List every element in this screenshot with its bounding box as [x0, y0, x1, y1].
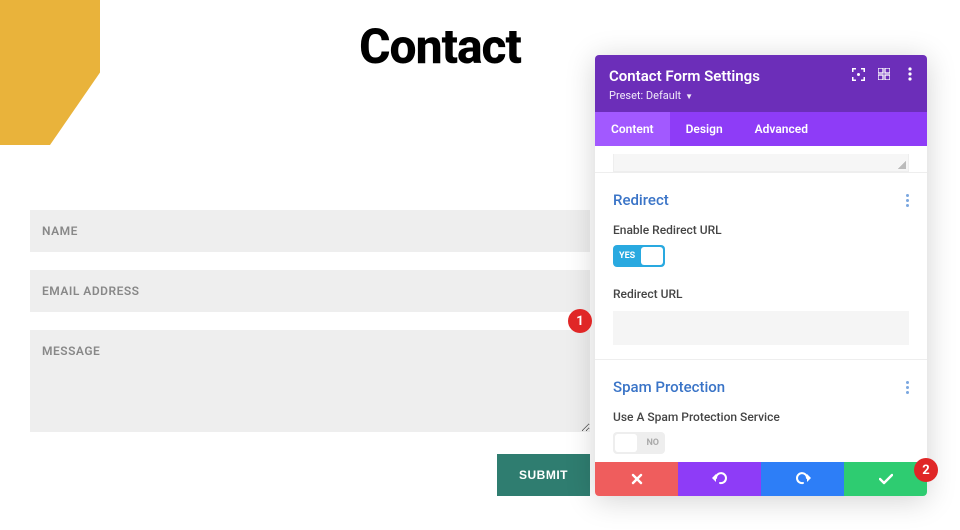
panel-tabs: Content Design Advanced	[595, 112, 927, 146]
close-icon	[631, 470, 643, 489]
redirect-url-label: Redirect URL	[613, 287, 909, 301]
name-input[interactable]	[30, 210, 590, 252]
toggle-on-text: YES	[619, 251, 635, 261]
panel-header-icons	[851, 67, 917, 81]
spam-service-label: Use A Spam Protection Service	[613, 410, 909, 424]
message-textarea[interactable]	[30, 330, 590, 432]
tab-content[interactable]: Content	[595, 112, 670, 146]
close-button[interactable]	[595, 462, 678, 496]
redirect-url-input[interactable]	[613, 311, 909, 345]
section-redirect: Redirect Enable Redirect URL YES Redirec…	[595, 172, 927, 359]
preset-value: Default	[646, 89, 681, 102]
spam-service-toggle[interactable]: NO	[613, 432, 665, 454]
redo-button[interactable]	[761, 462, 844, 496]
section-options-icon[interactable]	[906, 194, 909, 207]
more-icon[interactable]	[903, 67, 917, 81]
undo-icon	[712, 470, 728, 489]
preset-prefix: Preset:	[609, 89, 646, 102]
contact-form: SUBMIT	[30, 210, 590, 496]
toggle-off-text: NO	[646, 438, 659, 448]
grid-icon[interactable]	[877, 67, 891, 81]
panel-body[interactable]: Redirect Enable Redirect URL YES Redirec…	[595, 146, 927, 462]
section-title-spam: Spam Protection	[613, 378, 725, 396]
tab-advanced[interactable]: Advanced	[739, 112, 824, 146]
undo-button[interactable]	[678, 462, 761, 496]
settings-panel: Contact Form Settings Preset: Default ▼ …	[595, 55, 927, 496]
tab-design[interactable]: Design	[670, 112, 739, 146]
section-spam: Spam Protection Use A Spam Protection Se…	[595, 359, 927, 462]
enable-redirect-label: Enable Redirect URL	[613, 223, 909, 237]
redo-icon	[795, 470, 811, 489]
toggle-knob	[615, 434, 637, 452]
section-options-icon[interactable]	[906, 381, 909, 394]
annotation-badge-1: 1	[568, 309, 592, 333]
preset-selector[interactable]: Preset: Default ▼	[609, 89, 913, 102]
annotation-badge-2: 2	[914, 458, 938, 482]
section-title-redirect: Redirect	[613, 191, 669, 209]
enable-redirect-toggle[interactable]: YES	[613, 245, 665, 267]
expand-icon[interactable]	[851, 67, 865, 81]
email-input[interactable]	[30, 270, 590, 312]
panel-footer	[595, 462, 927, 496]
toggle-knob	[641, 247, 663, 265]
previous-field-stub[interactable]	[613, 154, 909, 172]
check-icon	[879, 470, 893, 489]
submit-button[interactable]: SUBMIT	[497, 454, 590, 496]
caret-down-icon: ▼	[683, 92, 693, 101]
panel-header[interactable]: Contact Form Settings Preset: Default ▼	[595, 55, 927, 112]
